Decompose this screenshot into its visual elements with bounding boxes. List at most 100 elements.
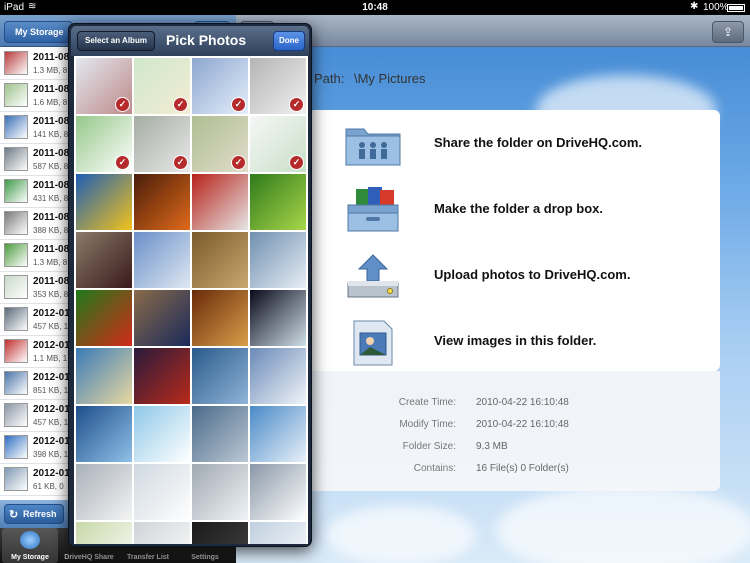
photo-thumbnail[interactable] xyxy=(250,232,306,288)
checkmark-icon: ✓ xyxy=(289,155,304,170)
upload-photos-action[interactable]: Upload photos to DriveHQ.com. xyxy=(308,245,720,307)
photo-thumbnail[interactable] xyxy=(134,406,190,462)
checkmark-icon: ✓ xyxy=(289,97,304,112)
share-button[interactable]: ⇪ xyxy=(712,21,744,43)
checkmark-icon: ✓ xyxy=(173,155,188,170)
info-value: 9.3 MB xyxy=(476,441,508,452)
path-label: Path: xyxy=(314,71,345,86)
photo-thumbnail[interactable]: ✓ xyxy=(76,58,132,114)
photo-thumbnail[interactable] xyxy=(134,348,190,404)
file-name: 2012-01 xyxy=(33,436,70,447)
file-name: 2011-08 xyxy=(33,148,70,159)
file-thumbnail xyxy=(4,179,28,203)
file-name: 2011-08 xyxy=(33,212,70,223)
done-button[interactable]: Done xyxy=(273,31,305,51)
file-thumbnail xyxy=(4,243,28,267)
refresh-label: Refresh xyxy=(23,509,57,519)
file-thumbnail xyxy=(4,307,28,331)
photo-thumbnail[interactable] xyxy=(134,232,190,288)
photo-thumbnail[interactable] xyxy=(192,348,248,404)
photo-thumbnail[interactable]: ✓ xyxy=(250,58,306,114)
tab-label: My Storage xyxy=(11,554,49,561)
checkmark-icon: ✓ xyxy=(231,97,246,112)
info-key: Modify Time: xyxy=(399,419,456,430)
photo-thumbnail[interactable] xyxy=(250,464,306,520)
photo-thumbnail[interactable] xyxy=(76,464,132,520)
file-name: 2011-08 xyxy=(33,180,70,191)
photo-thumbnail[interactable] xyxy=(192,232,248,288)
info-value: 16 File(s) 0 Folder(s) xyxy=(476,463,569,474)
upload-icon xyxy=(347,254,399,298)
photo-thumbnail[interactable] xyxy=(134,290,190,346)
action-label: Upload photos to DriveHQ.com. xyxy=(434,267,631,282)
photo-thumbnail[interactable] xyxy=(250,406,306,462)
photo-thumbnail[interactable] xyxy=(192,464,248,520)
tab-label: Transfer List xyxy=(126,554,169,561)
photo-thumbnail[interactable]: ✓ xyxy=(192,116,248,172)
refresh-button[interactable]: ↻ Refresh xyxy=(4,504,64,524)
tab-my-storage[interactable]: My Storage xyxy=(2,528,58,563)
popover-title: Pick Photos xyxy=(166,32,247,48)
actions-card: Share the folder on DriveHQ.com. Make th… xyxy=(308,110,720,371)
refresh-icon: ↻ xyxy=(9,509,19,521)
drop-box-icon xyxy=(347,187,399,232)
path-value: \My Pictures xyxy=(353,71,426,86)
photo-thumbnail[interactable] xyxy=(250,522,306,544)
file-thumbnail xyxy=(4,83,28,107)
file-name: 2012-01 xyxy=(33,340,70,351)
globe-icon xyxy=(20,531,40,549)
file-size: 1.3 MB, 8 xyxy=(33,258,68,267)
info-value: 2010-04-22 16:10:48 xyxy=(476,397,569,408)
file-size: 431 KB, 8 xyxy=(33,194,69,203)
file-thumbnail xyxy=(4,51,28,75)
share-folder-action[interactable]: Share the folder on DriveHQ.com. xyxy=(308,113,720,175)
photo-thumbnail[interactable] xyxy=(192,290,248,346)
photo-thumbnail[interactable] xyxy=(134,174,190,230)
folder-detail-panel: ⇪ Path: \My Pictures Share the folder on… xyxy=(236,15,750,563)
select-album-button[interactable]: Select an Album xyxy=(77,31,155,51)
file-thumbnail xyxy=(4,467,28,491)
status-bar: iPad ≋ 10:48 ✱ 100% xyxy=(0,0,750,15)
checkmark-icon: ✓ xyxy=(173,97,188,112)
clock: 10:48 xyxy=(362,2,388,13)
photo-thumbnail[interactable] xyxy=(76,522,132,544)
photo-thumbnail[interactable] xyxy=(76,406,132,462)
info-key: Create Time: xyxy=(398,397,456,408)
photo-thumbnail[interactable]: ✓ xyxy=(250,116,306,172)
action-label: Make the folder a drop box. xyxy=(434,201,604,216)
photo-thumbnail[interactable] xyxy=(192,406,248,462)
pick-photos-popover: Select an Album Pick Photos Done ✓ ✓ ✓ ✓ ✓ ✓ ✓… xyxy=(68,23,312,547)
photo-thumbnail[interactable] xyxy=(76,174,132,230)
file-thumbnail xyxy=(4,403,28,427)
file-thumbnail xyxy=(4,339,28,363)
file-size: 851 KB, 1 xyxy=(33,386,69,395)
info-key: Contains: xyxy=(413,463,456,474)
file-name: 2011-08 xyxy=(33,52,70,63)
photo-thumbnail[interactable] xyxy=(250,290,306,346)
photo-grid[interactable]: ✓ ✓ ✓ ✓ ✓ ✓ ✓ ✓ xyxy=(74,56,308,544)
view-images-action[interactable]: View images in this folder. xyxy=(308,311,720,373)
popover-navbar: Select an Album Pick Photos Done xyxy=(71,26,309,56)
photo-thumbnail[interactable] xyxy=(76,232,132,288)
file-thumbnail xyxy=(4,115,28,139)
drop-box-action[interactable]: Make the folder a drop box. xyxy=(308,179,720,241)
file-size: 457 KB, 1 xyxy=(33,418,69,427)
photo-thumbnail[interactable] xyxy=(192,174,248,230)
photo-thumbnail[interactable] xyxy=(76,348,132,404)
photo-thumbnail[interactable]: ✓ xyxy=(134,116,190,172)
file-name: 2011-08 xyxy=(33,276,70,287)
photo-thumbnail[interactable]: ✓ xyxy=(192,58,248,114)
photo-thumbnail[interactable] xyxy=(134,464,190,520)
file-name: 2011-08 xyxy=(33,244,70,255)
file-size: 61 KB, 0 xyxy=(33,482,64,491)
photo-thumbnail[interactable]: ✓ xyxy=(76,116,132,172)
photo-thumbnail[interactable] xyxy=(134,522,190,544)
photo-thumbnail[interactable] xyxy=(76,290,132,346)
photo-thumbnail[interactable]: ✓ xyxy=(134,58,190,114)
photo-thumbnail[interactable] xyxy=(250,174,306,230)
photo-thumbnail[interactable] xyxy=(250,348,306,404)
my-storage-back-button[interactable]: My Storage xyxy=(4,21,73,43)
photo-thumbnail[interactable] xyxy=(192,522,248,544)
tab-label: Settings xyxy=(191,554,219,561)
file-name: 2011-08 xyxy=(33,116,70,127)
